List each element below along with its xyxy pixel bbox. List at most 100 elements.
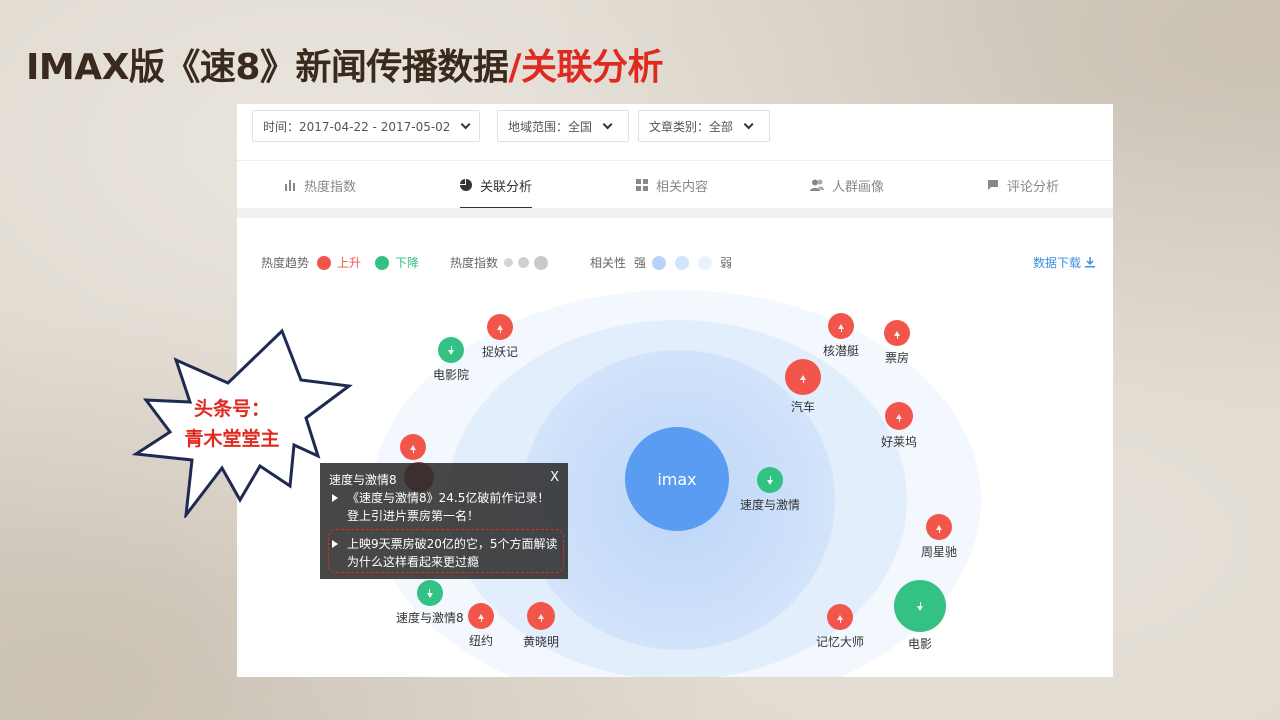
node-label: 纽约 [468,634,493,648]
node-tooltip: 速度与激情8 X 《速度与激情8》24.5亿破前作记录！登上引进片票房第一名！ … [320,463,568,579]
trend-up-icon [487,314,513,340]
slide-title-main: IMAX版《速8》新闻传播数据 [26,47,509,88]
center-node-label: imax [657,469,697,489]
trend-down-icon [438,337,464,363]
tab-comment-analysis[interactable]: 评论分析 [987,161,1059,209]
node-label: 汽车 [790,400,815,414]
trend-up-icon [468,603,494,629]
up-legend-label: 上升 [337,256,362,270]
down-dot-icon [375,255,390,270]
tab-divider [237,208,1113,218]
weak-label: 弱 [720,256,733,270]
strong-dot-icon [652,255,667,270]
trend-up-icon [926,514,952,540]
category-filter[interactable]: 文章类别：全部 [638,110,770,142]
slide-title-accent: /关联分析 [508,47,664,88]
node-huangxiaoming[interactable]: 黄晓明 [523,602,559,650]
pie-chart-icon [460,179,472,191]
heat-legend: 热度指数 [450,254,549,271]
callout-line1: 头条号： [193,398,270,420]
time-range-filter[interactable]: 时间：2017-04-22 - 2017-05-02 [252,110,480,142]
node-label: 电影院 [433,368,470,382]
node-label: 好莱坞 [881,435,918,449]
tab-label: 相关内容 [656,179,709,195]
tooltip-article-link[interactable]: 《速度与激情8》24.5亿破前作记录！登上引进片票房第一名！ [347,489,561,525]
trend-legend: 热度趋势 上升 下降 [261,254,419,271]
tooltip-close-button[interactable]: X [550,470,559,485]
bar-chart-icon [284,179,296,191]
node-sudu-yu-jiqing[interactable]: 速度与激情 [740,467,800,513]
node-label: 速度与激情 [740,498,801,512]
trend-up-icon [785,359,821,395]
trend-up-icon [828,313,854,339]
users-icon [810,179,824,191]
center-node-imax[interactable]: imax [625,427,729,531]
trend-down-icon [757,467,783,493]
node-label: 记忆大师 [816,635,865,649]
trend-up-icon [884,320,910,346]
tab-heat-index[interactable]: 热度指数 [284,161,356,209]
node-label: 票房 [884,351,909,365]
grid-icon [636,179,648,191]
weak-dot-icon [698,255,713,270]
tab-label: 热度指数 [304,179,357,195]
time-range-label: 时间：2017-04-22 - 2017-05-02 [263,119,451,134]
tab-label: 关联分析 [480,179,533,195]
trend-up-icon [885,402,913,430]
tab-association-analysis[interactable]: 关联分析 [460,161,533,209]
node-zhouxingchi[interactable]: 周星驰 [921,514,957,560]
node-heqianting[interactable]: 核潜艇 [823,313,859,359]
tab-bar: 热度指数 关联分析 相关内容 人群画像 评论分析 [237,160,1113,209]
analytics-panel: 时间：2017-04-22 - 2017-05-02 地域范围：全国 文章类别：… [237,104,1113,677]
node-label: 电影 [907,637,932,651]
node-label: 核潜艇 [823,344,860,358]
comment-icon [987,179,999,191]
tab-label: 评论分析 [1007,179,1060,195]
starburst-text: 头条号： 青木堂堂主 [140,394,324,454]
heat-medium-dot-icon [518,257,530,268]
relevance-legend-label: 相关性 [590,256,627,270]
trend-down-icon [416,580,443,606]
slide-title: IMAX版《速8》新闻传播数据/关联分析 [26,38,664,90]
down-legend-label: 下降 [395,256,420,270]
trend-up-icon [827,604,853,630]
node-sudu-yu-jiqing-8[interactable]: 速度与激情8 [396,580,464,626]
heat-large-dot-icon [534,255,549,270]
trend-down-icon [894,580,946,632]
trend-up-icon [527,602,555,630]
medium-dot-icon [675,255,690,270]
node-label: 黄晓明 [523,635,560,649]
up-dot-icon [317,255,332,270]
node-label: 速度与激情8 [396,611,464,625]
tab-related-content[interactable]: 相关内容 [636,161,708,209]
chevron-down-icon [602,118,613,129]
download-label: 数据下载 [1032,256,1081,270]
tab-audience-profile[interactable]: 人群画像 [810,161,884,209]
node-dianyingyuan[interactable]: 电影院 [433,337,469,383]
region-filter[interactable]: 地域范围：全国 [497,110,629,142]
data-download-link[interactable]: 数据下载 [1033,254,1095,271]
chevron-down-icon [743,118,754,129]
category-label: 文章类别：全部 [649,119,734,134]
strong-label: 强 [634,256,647,270]
node-label: 捉妖记 [482,345,519,359]
node-dianying[interactable]: 电影 [894,580,946,652]
node-niuyue[interactable]: 纽约 [468,603,494,649]
region-label: 地域范围：全国 [508,119,593,134]
trend-up-icon[interactable] [400,434,426,460]
relevance-legend: 相关性 强 弱 [590,254,732,271]
chevron-down-icon [461,118,472,129]
node-label: 周星驰 [921,545,958,559]
node-jiyidashi[interactable]: 记忆大师 [816,604,864,650]
download-icon [1085,257,1095,268]
trend-legend-label: 热度趋势 [261,256,310,270]
heat-legend-label: 热度指数 [450,256,499,270]
heat-small-dot-icon [504,258,514,267]
node-zhuoyaoji[interactable]: 捉妖记 [482,314,518,360]
node-qiche[interactable]: 汽车 [785,359,821,415]
node-piaofang[interactable]: 票房 [884,320,910,366]
tab-label: 人群画像 [832,179,885,195]
node-haolaiwu[interactable]: 好莱坞 [881,402,917,450]
callout-line2: 青木堂堂主 [184,428,280,450]
highlight-annotation [328,529,564,573]
